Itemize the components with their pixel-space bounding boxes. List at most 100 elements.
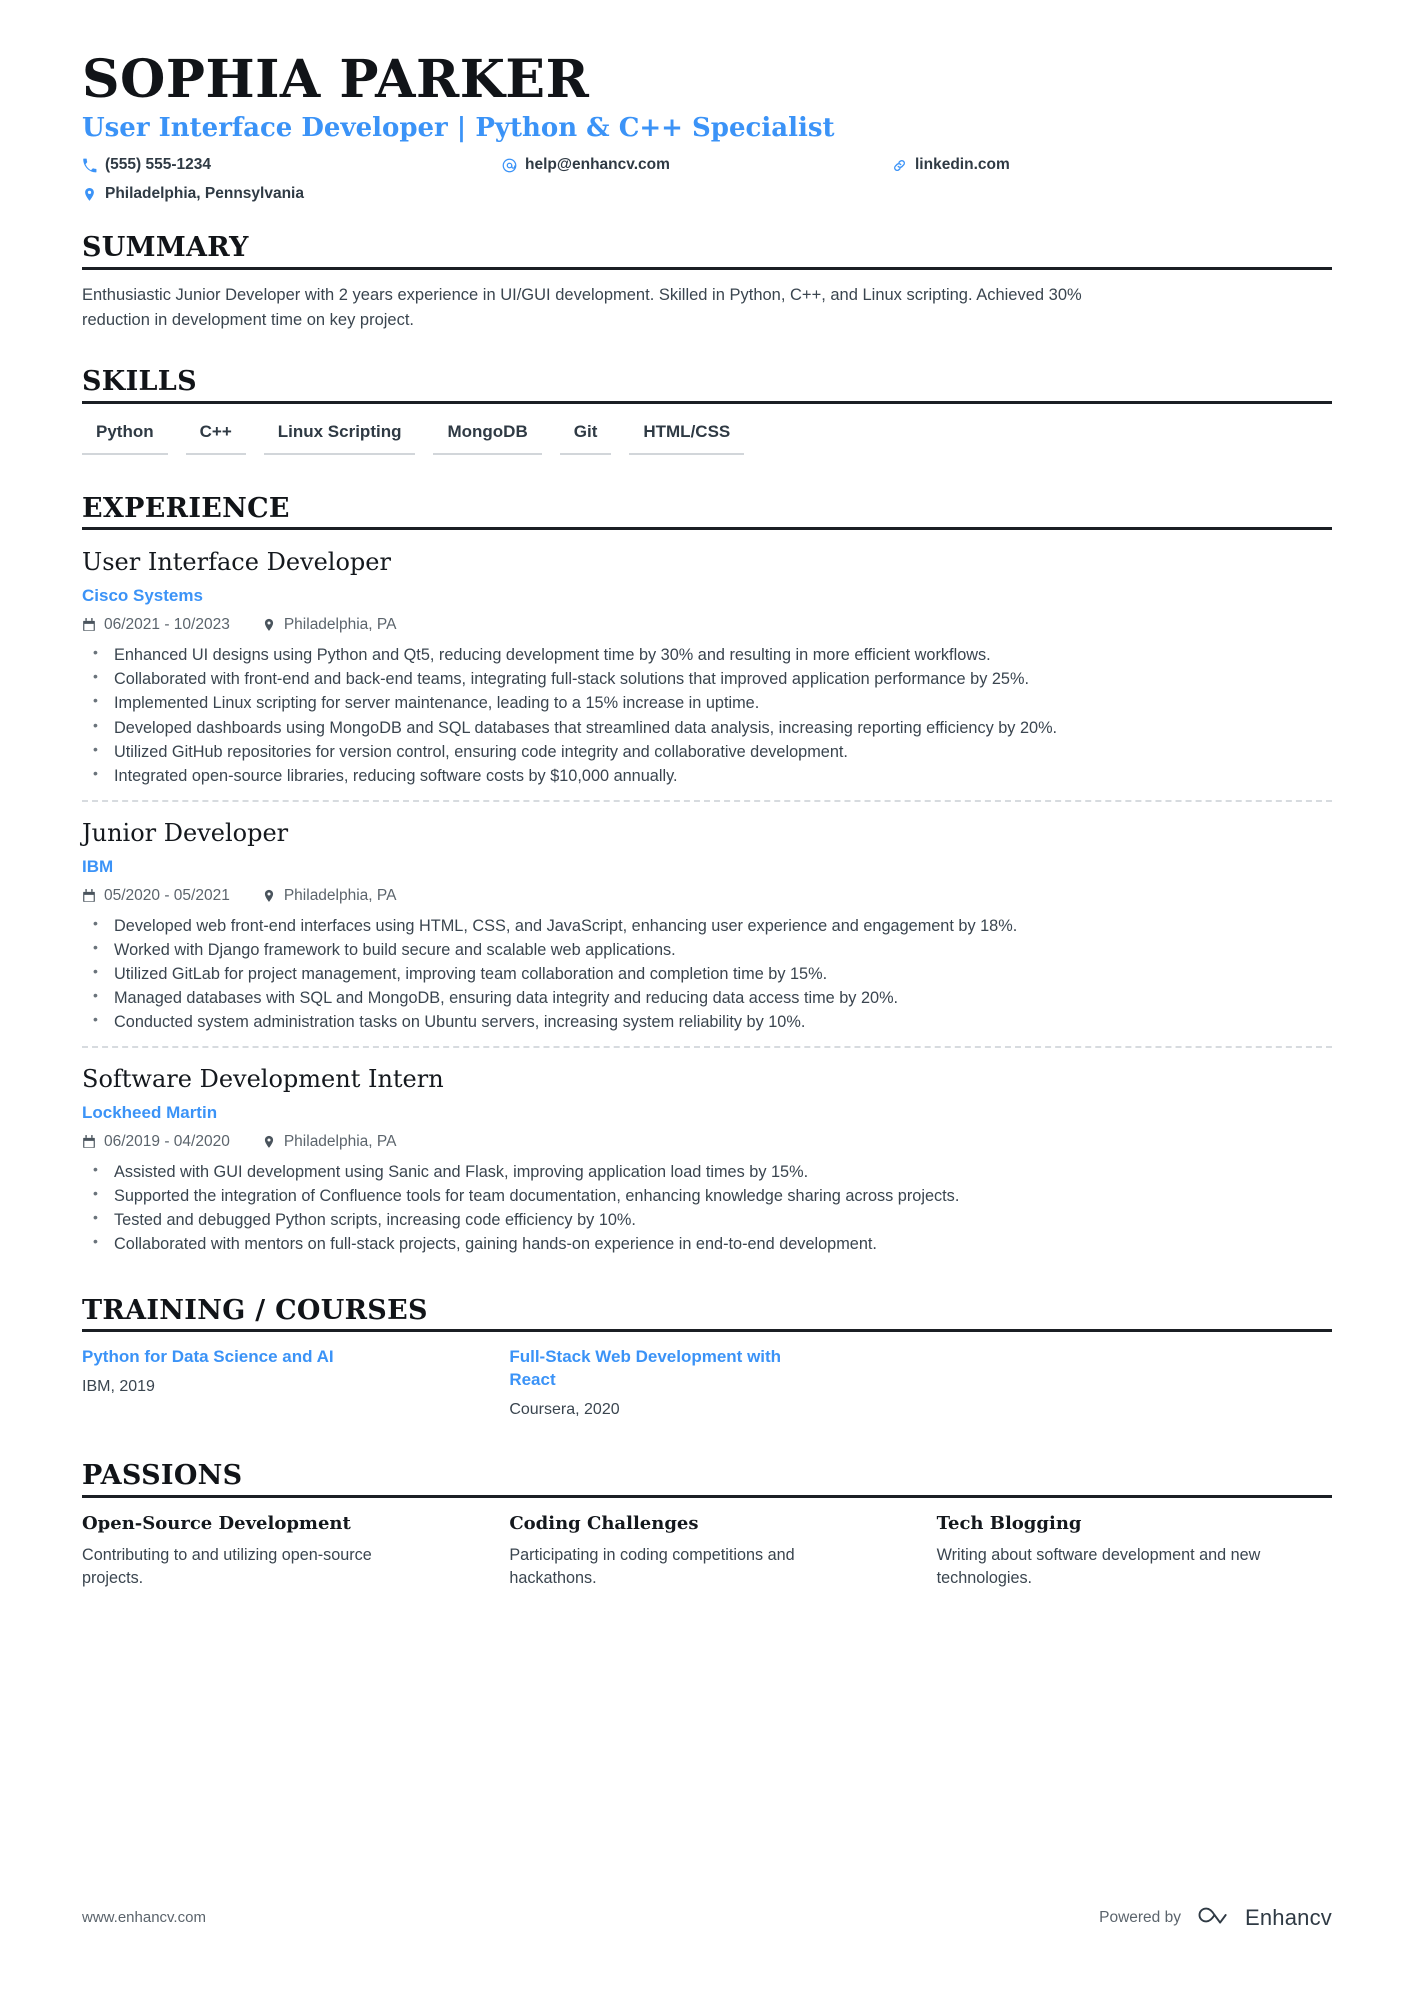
course-item: Python for Data Science and AI IBM, 2019 — [82, 1346, 477, 1421]
section-heading-training: TRAINING / COURSES — [82, 1295, 1332, 1333]
section-heading-summary: SUMMARY — [82, 232, 1332, 271]
powered-by-label: Powered by — [1099, 1908, 1181, 1926]
bullet-item: Tested and debugged Python scripts, incr… — [82, 1207, 1332, 1232]
page-title: SOPHIA PARKER — [82, 49, 590, 110]
experience-role: Junior Developer — [82, 818, 289, 847]
location-pin-icon — [262, 889, 276, 903]
location-pin-icon — [82, 187, 97, 202]
bullet-item: Enhanced UI designs using Python and Qt5… — [82, 642, 1332, 667]
contact-phone[interactable]: (555) 555-1234 — [82, 153, 502, 178]
skill-item: Python — [82, 418, 168, 455]
skill-item: Git — [559, 418, 612, 455]
bullet-item: Assisted with GUI development using Sani… — [82, 1159, 1332, 1184]
experience-location-label: Philadelphia, PA — [283, 886, 397, 904]
calendar-icon — [82, 618, 96, 632]
skill-item: Linux Scripting — [263, 418, 416, 455]
enhancv-mark-icon — [1195, 1902, 1235, 1933]
passion-title: Open-Source Development — [82, 1512, 351, 1534]
skill-item: C++ — [185, 418, 246, 455]
contact-email-label: help@enhancv.com — [525, 155, 670, 173]
experience-role: User Interface Developer — [82, 548, 391, 577]
location-pin-icon — [262, 1135, 276, 1149]
phone-icon — [82, 158, 97, 173]
bullet-item: Managed databases with SQL and MongoDB, … — [82, 985, 1332, 1010]
location-pin-icon — [262, 618, 276, 632]
footer-website-url[interactable]: www.enhancv.com — [82, 1909, 206, 1926]
experience-item: User Interface Developer Cisco Systems 06/… — [82, 543, 1332, 787]
experience-role: Software Development Intern — [82, 1065, 444, 1094]
bullet-item: Integrated open-source libraries, reduci… — [82, 763, 1332, 788]
bullet-item: Supported the integration of Confluence … — [82, 1183, 1332, 1208]
experience-location: Philadelphia, PA — [262, 1133, 397, 1151]
experience-dates: 05/2020 - 05/2021 — [82, 887, 230, 905]
experience-bullets: Developed web front-end interfaces using… — [82, 913, 1332, 1035]
summary-body: Enthusiastic Junior Developer with 2 yea… — [82, 270, 1332, 332]
experience-bullets: Assisted with GUI development using Sani… — [82, 1159, 1332, 1256]
contact-email[interactable]: help@enhancv.com — [502, 153, 892, 178]
experience-meta: 06/2019 - 04/2020 Philadelphia, PA — [82, 1133, 1332, 1151]
skill-item: MongoDB — [433, 418, 542, 455]
page-footer: www.enhancv.com Powered by Enhancv — [82, 1902, 1332, 1933]
course-name: Python for Data Science and AI — [82, 1347, 334, 1367]
experience-company: Cisco Systems — [82, 586, 203, 606]
enhancv-logo: Enhancv — [1195, 1902, 1332, 1933]
bullet-item: Developed web front-end interfaces using… — [82, 913, 1332, 938]
experience-dates-label: 05/2020 - 05/2021 — [104, 886, 230, 904]
course-meta: IBM, 2019 — [82, 1378, 155, 1396]
passion-item: Coding Challenges Participating in coding… — [509, 1512, 904, 1591]
section-skills: SKILLS Python C++ Linux Scripting MongoDB Gi… — [82, 366, 1332, 455]
bullet-item: Utilized GitLab for project management, … — [82, 961, 1332, 986]
experience-list: User Interface Developer Cisco Systems 06/… — [82, 530, 1332, 1256]
passion-title: Tech Blogging — [936, 1512, 1082, 1534]
resume-header: SOPHIA PARKER User Interface Developer |… — [82, 52, 1332, 206]
experience-location-label: Philadelphia, PA — [283, 616, 397, 634]
section-summary: SUMMARY Enthusiastic Junior Developer wi… — [82, 232, 1332, 331]
passions-list: Open-Source Development Contributing to a… — [82, 1498, 1332, 1591]
calendar-icon — [82, 1135, 96, 1149]
link-icon — [892, 158, 907, 173]
passion-description: Participating in coding competitions and… — [509, 1545, 795, 1588]
section-experience: EXPERIENCE User Interface Developer Cisco… — [82, 493, 1332, 1257]
summary-text: Enthusiastic Junior Developer with 2 yea… — [82, 286, 1082, 329]
section-heading-passions: PASSIONS — [82, 1460, 1332, 1498]
section-heading-skills: SKILLS — [82, 366, 1332, 404]
experience-company: IBM — [82, 856, 114, 876]
experience-company: Lockheed Martin — [82, 1102, 218, 1122]
bullet-item: Collaborated with front-end and back-end… — [82, 666, 1332, 691]
experience-item: Software Development Intern Lockheed Mart… — [82, 1046, 1332, 1256]
contact-phone-label: (555) 555-1234 — [105, 155, 211, 173]
contact-location-label: Philadelphia, Pennsylvania — [105, 184, 304, 202]
courses-list: Python for Data Science and AI IBM, 2019 F… — [82, 1332, 1332, 1421]
bullet-item: Worked with Django framework to build se… — [82, 937, 1332, 962]
course-item: Full-Stack Web Development with React Cou… — [509, 1346, 904, 1421]
section-heading-experience: EXPERIENCE — [82, 493, 1332, 531]
experience-item: Junior Developer IBM 05/2020 - 05/2021 Phil… — [82, 799, 1332, 1035]
bullet-item: Utilized GitHub repositories for version… — [82, 739, 1332, 764]
experience-dates: 06/2021 - 10/2023 — [82, 616, 230, 634]
passion-title: Coding Challenges — [509, 1512, 699, 1534]
skills-list: Python C++ Linux Scripting MongoDB Git HTML/C… — [82, 404, 1332, 455]
contact-info: (555) 555-1234 help@enhancv.com linkedin… — [82, 153, 1332, 207]
experience-location: Philadelphia, PA — [262, 616, 397, 634]
job-title: User Interface Developer | Python & C++ … — [82, 113, 835, 144]
email-icon — [502, 158, 517, 173]
experience-meta: 05/2020 - 05/2021 Philadelphia, PA — [82, 887, 1332, 905]
calendar-icon — [82, 888, 96, 903]
passion-description: Writing about software development and n… — [936, 1545, 1261, 1588]
course-name: Full-Stack Web Development with React — [509, 1347, 782, 1390]
experience-location-label: Philadelphia, PA — [283, 1133, 397, 1151]
bullet-item: Implemented Linux scripting for server m… — [82, 690, 1332, 715]
section-passions: PASSIONS Open-Source Development Contribu… — [82, 1460, 1332, 1591]
experience-dates-label: 06/2019 - 04/2020 — [104, 1133, 230, 1151]
experience-meta: 06/2021 - 10/2023 Philadelphia, PA — [82, 616, 1332, 634]
bullet-item: Conducted system administration tasks on… — [82, 1009, 1332, 1034]
contact-linkedin-label: linkedin.com — [915, 155, 1010, 173]
skill-item: HTML/CSS — [629, 418, 745, 455]
contact-linkedin[interactable]: linkedin.com — [892, 153, 1332, 178]
passion-description: Contributing to and utilizing open-sourc… — [82, 1545, 372, 1588]
bullet-item: Collaborated with mentors on full-stack … — [82, 1231, 1332, 1256]
